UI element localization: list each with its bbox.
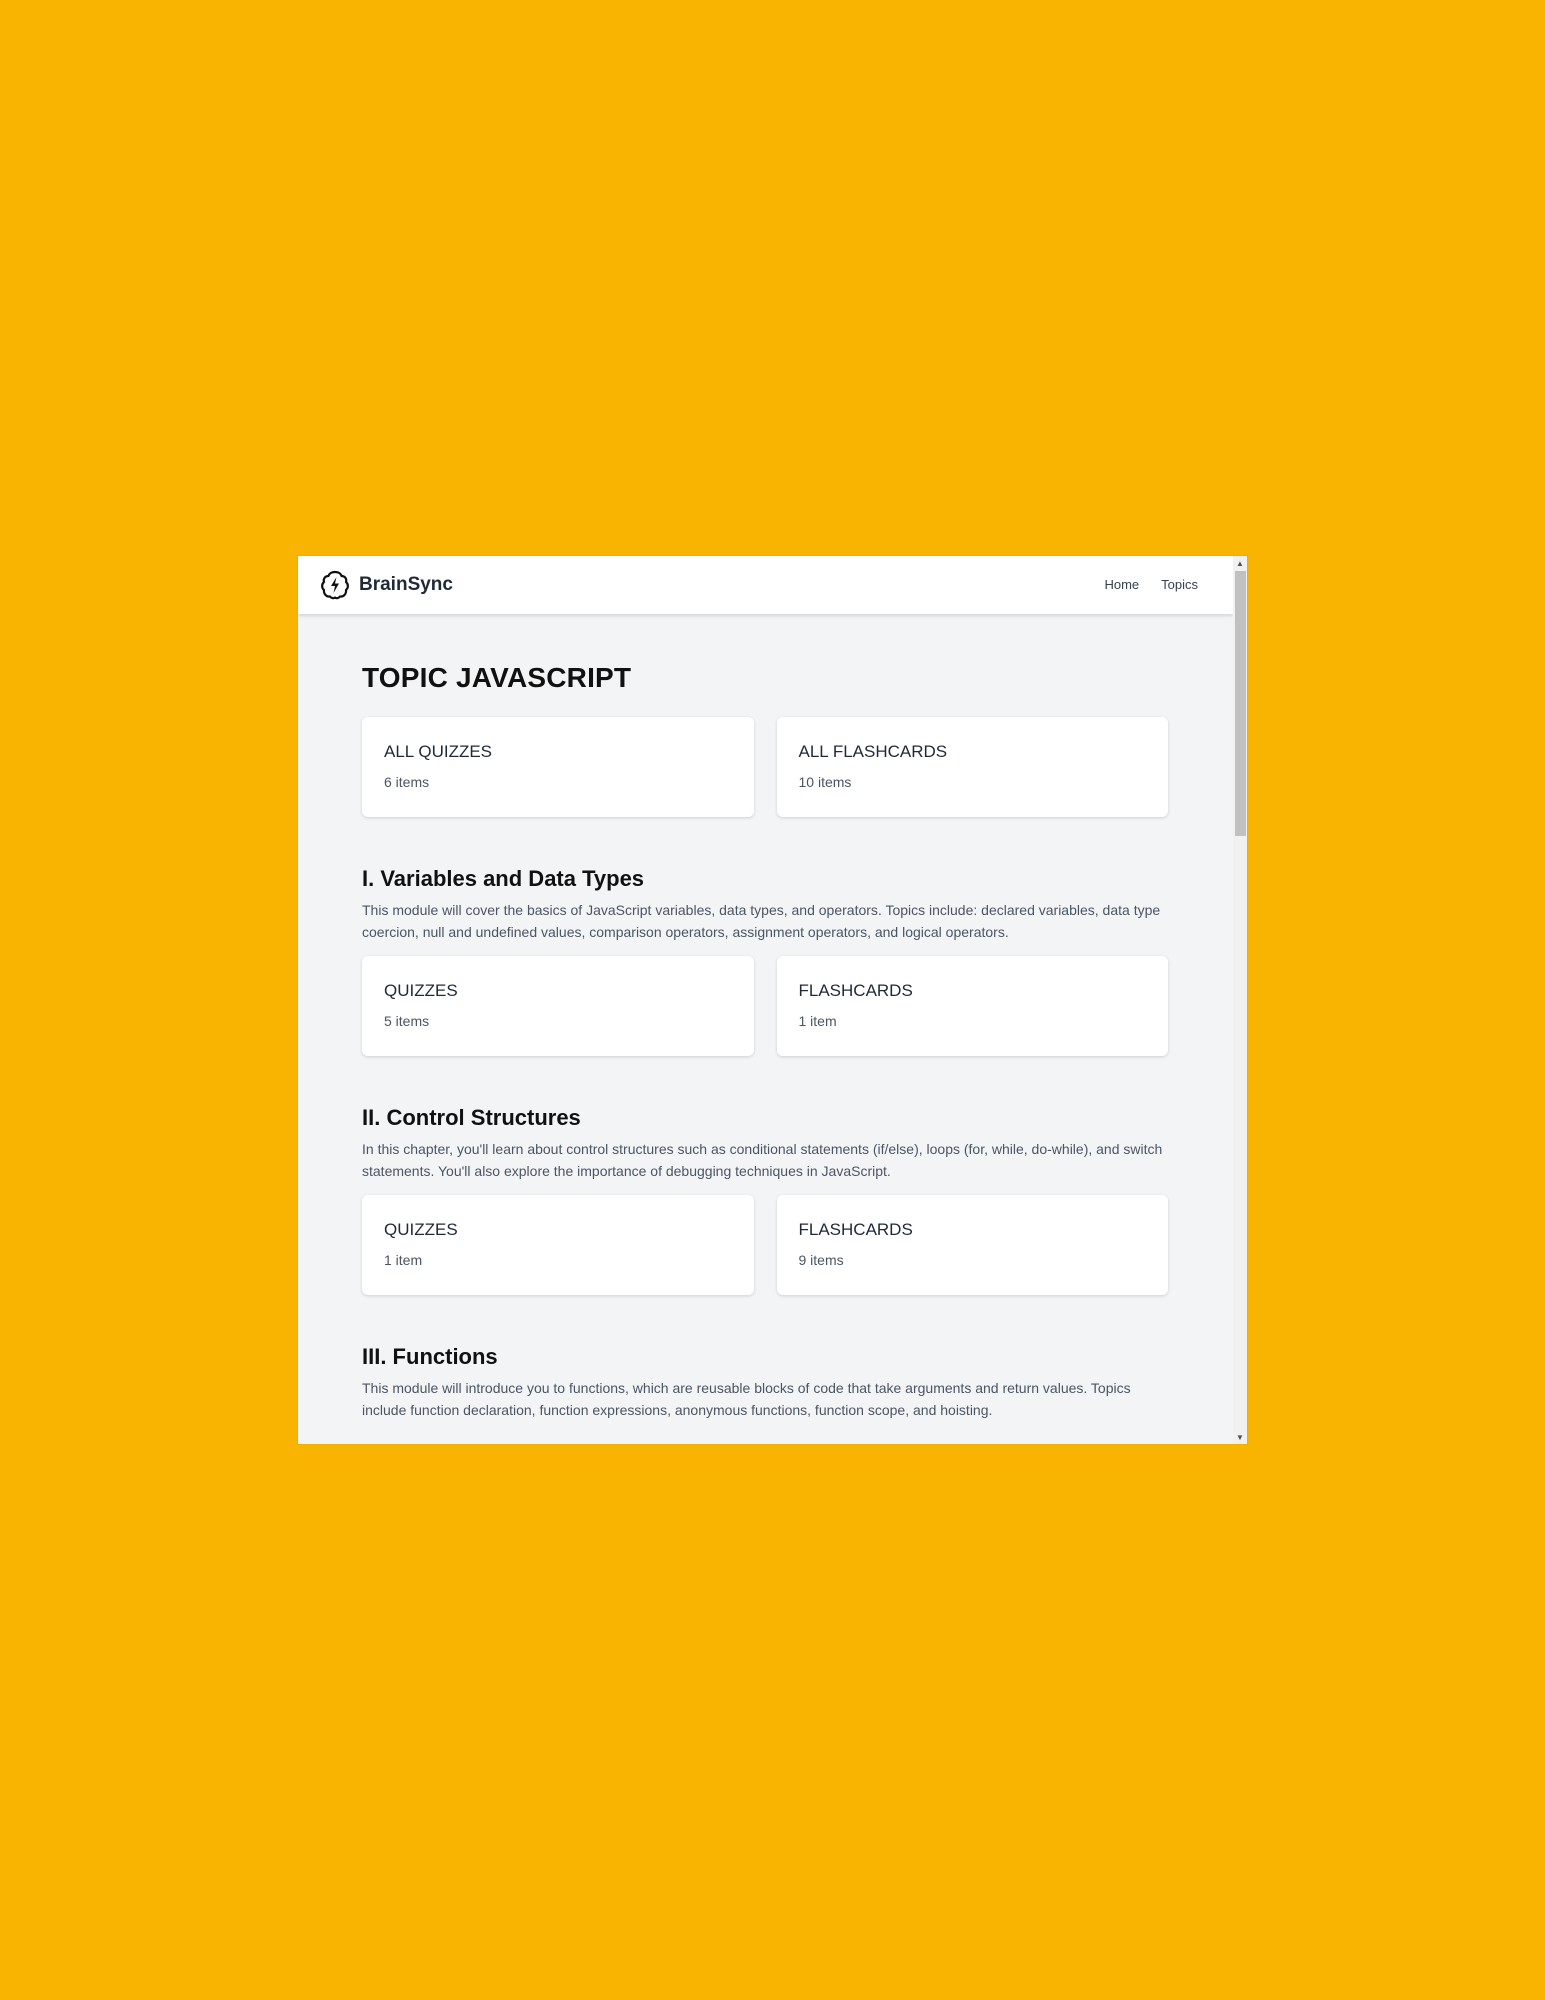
section-cards: QUIZZES 1 item FLASHCARDS 9 items [362, 1195, 1168, 1295]
card-title: QUIZZES [384, 981, 458, 1000]
flashcards-card[interactable]: FLASHCARDS 1 item [776, 956, 1168, 1056]
browser-window: BrainSync Home Topics TOPIC JAVASCRIPT A… [298, 556, 1247, 1444]
card-title: ALL QUIZZES [384, 742, 493, 761]
navbar: BrainSync Home Topics [298, 556, 1233, 614]
card-count: 5 items [384, 1013, 430, 1029]
all-flashcards-card[interactable]: ALL FLASHCARDS 10 items [776, 717, 1168, 817]
card-title: FLASHCARDS [798, 981, 913, 1000]
nav-links: Home Topics [1104, 577, 1198, 592]
arrow-down-icon[interactable]: ▼ [1233, 1430, 1247, 1444]
section-title: I. Variables and Data Types [362, 866, 645, 891]
section-description: This module will cover the basics of Jav… [362, 902, 1161, 940]
arrow-up-icon[interactable]: ▲ [1233, 556, 1247, 570]
quizzes-card[interactable]: QUIZZES 1 item [362, 1195, 754, 1295]
flashcards-card[interactable]: FLASHCARDS 9 items [776, 1195, 1168, 1295]
section-description: This module will introduce you to functi… [362, 1380, 1131, 1418]
section-cards: QUIZZES 5 items FLASHCARDS 1 item [362, 956, 1168, 1056]
nav-link-home[interactable]: Home [1104, 577, 1139, 592]
card-count: 10 items [798, 774, 852, 790]
nav-link-topics[interactable]: Topics [1161, 577, 1198, 592]
quizzes-card[interactable]: QUIZZES 5 items [362, 956, 754, 1056]
all-quizzes-card[interactable]: ALL QUIZZES 6 items [362, 717, 754, 817]
card-count: 1 item [384, 1252, 423, 1268]
card-title: QUIZZES [384, 1220, 458, 1239]
card-count: 6 items [384, 774, 430, 790]
page-title: TOPIC JAVASCRIPT [362, 662, 632, 693]
scrollbar[interactable]: ▲ ▼ [1233, 556, 1247, 1444]
card-title: ALL FLASHCARDS [798, 742, 948, 761]
main-content: TOPIC JAVASCRIPT ALL QUIZZES 6 items ALL… [362, 614, 1168, 1421]
card-count: 9 items [798, 1252, 844, 1268]
scrollbar-thumb[interactable] [1235, 571, 1246, 836]
summary-cards: ALL QUIZZES 6 items ALL FLASHCARDS 10 it… [362, 717, 1168, 817]
brand-logo[interactable]: BrainSync [319, 569, 453, 601]
brand-name: BrainSync [359, 574, 453, 595]
brain-lightning-icon [319, 569, 351, 601]
section-title: II. Control Structures [362, 1105, 581, 1130]
section-title: III. Functions [362, 1344, 498, 1369]
card-count: 1 item [798, 1013, 837, 1029]
section-description: In this chapter, you'll learn about cont… [362, 1141, 1163, 1179]
card-title: FLASHCARDS [798, 1220, 913, 1239]
